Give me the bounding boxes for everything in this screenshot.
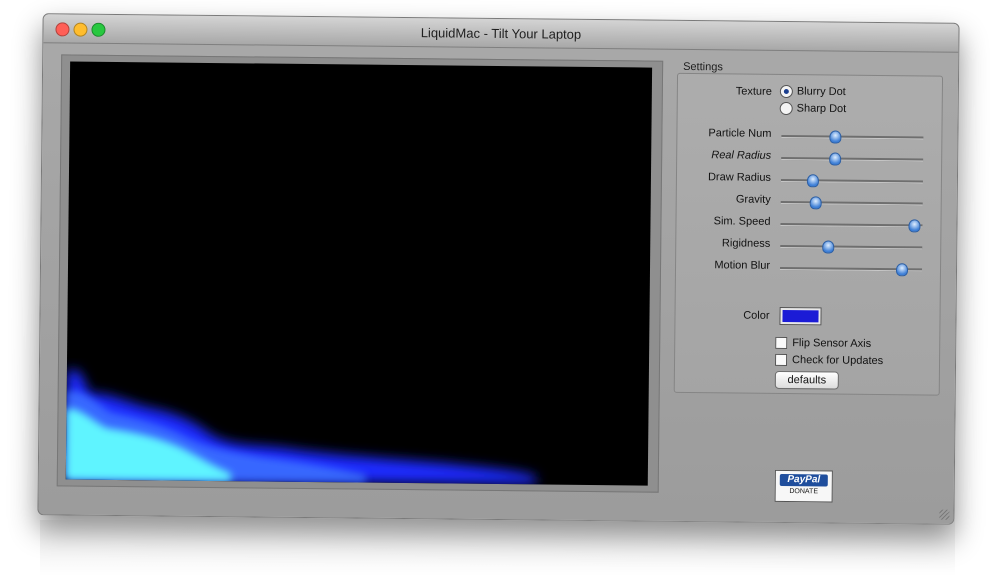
checkbox[interactable]: [775, 336, 788, 350]
color-label: Color: [743, 309, 770, 322]
slider-label: Draw Radius: [707, 171, 772, 184]
settings-group-title: Settings: [683, 60, 723, 74]
radio-button-selected[interactable]: [779, 84, 793, 99]
slider-row-particle-num: Particle Num: [677, 124, 941, 147]
simulation-frame: [56, 54, 664, 493]
paypal-donate-button[interactable]: PayPal DONATE: [774, 469, 833, 503]
slider-knob[interactable]: [908, 219, 922, 233]
slider-label: Real Radius: [711, 149, 772, 162]
slider-label: Motion Blur: [714, 259, 771, 272]
checkbox[interactable]: [774, 353, 788, 367]
slider-knob[interactable]: [895, 263, 908, 277]
rigidness-slider[interactable]: [780, 240, 923, 254]
slider-label: Gravity: [735, 193, 771, 206]
slider-knob[interactable]: [822, 240, 835, 254]
motion-blur-slider[interactable]: [780, 263, 923, 277]
texture-label: Texture: [735, 85, 772, 98]
liquidmac-window: LiquidMac - Tilt Your Laptop Settings Te…: [37, 13, 960, 525]
slider-row-rigidness: Rigidness: [676, 234, 940, 257]
slider-row-draw-radius: Draw Radius: [677, 168, 941, 191]
color-swatch: [782, 309, 819, 323]
gravity-slider[interactable]: [780, 196, 923, 210]
defaults-button[interactable]: defaults: [774, 370, 839, 390]
radio-button[interactable]: [779, 101, 793, 116]
slider-label: Sim. Speed: [713, 215, 771, 228]
liquid-particles: [65, 369, 536, 485]
resize-grip-icon[interactable]: [939, 509, 950, 520]
texture-option-blurry-dot[interactable]: Blurry Dot: [779, 84, 846, 102]
slider-label: Particle Num: [708, 127, 772, 140]
slider-row-gravity: Gravity: [677, 190, 941, 213]
slider-knob[interactable]: [807, 174, 820, 188]
flip-sensor-axis-checkbox[interactable]: Flip Sensor Axis: [775, 336, 871, 354]
slider-row-sim-speed: Sim. Speed: [676, 212, 940, 235]
settings-panel: Texture Blurry Dot Sharp Dot Particle Nu…: [673, 72, 944, 396]
slider-knob[interactable]: [828, 130, 841, 144]
draw-radius-slider[interactable]: [780, 174, 923, 188]
sim-speed-slider[interactable]: [780, 219, 923, 233]
slider-knob[interactable]: [828, 152, 841, 166]
real-radius-slider[interactable]: [781, 152, 924, 166]
color-well[interactable]: [779, 306, 822, 326]
slider-knob[interactable]: [809, 196, 822, 210]
liquid-simulation-view[interactable]: [65, 61, 653, 486]
texture-option-sharp-dot[interactable]: Sharp Dot: [779, 101, 847, 119]
particle-num-slider[interactable]: [781, 130, 924, 144]
window-title: LiquidMac - Tilt Your Laptop: [420, 25, 582, 42]
title-bar[interactable]: LiquidMac - Tilt Your Laptop: [43, 14, 959, 53]
slider-row-real-radius: Real Radius: [677, 146, 941, 169]
slider-row-motion-blur: Motion Blur: [676, 256, 940, 279]
window-reflection: [40, 520, 955, 576]
check-for-updates-checkbox[interactable]: Check for Updates: [774, 353, 883, 371]
paypal-logo: PayPal: [779, 473, 828, 487]
slider-label: Rigidness: [721, 237, 771, 250]
donate-label: DONATE: [789, 488, 819, 496]
